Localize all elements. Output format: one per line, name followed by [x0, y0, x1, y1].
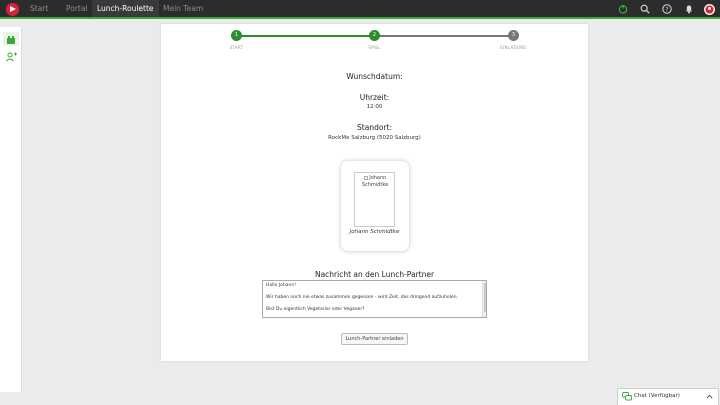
step-3-indicator: 3 — [508, 30, 519, 41]
date-label: Wunschdatum: — [346, 72, 403, 81]
message-heading: Nachricht an den Lunch-Partner — [314, 270, 435, 279]
lunch-icon — [7, 36, 15, 44]
sidebar — [0, 27, 22, 392]
partner-photo: Johann Schmidtke — [354, 172, 395, 227]
user-avatar[interactable] — [704, 4, 715, 15]
chevron-up-icon[interactable] — [706, 394, 713, 399]
chat-label: Chat (Verfügbar) — [634, 393, 680, 399]
nav-portal[interactable]: Portal — [66, 4, 88, 13]
sidebar-item-add-user[interactable] — [3, 49, 19, 63]
power-icon[interactable] — [618, 4, 628, 14]
location-value: RockMe Salzburg (5020 Salzburg) — [328, 135, 421, 141]
top-navigation-bar: Start Portal Lunch-Roulette Mein Team ? — [0, 0, 720, 19]
partner-card[interactable]: Johann Schmidtke — [341, 161, 409, 251]
step-1-label: START — [229, 45, 244, 50]
step-1-indicator: 1 — [231, 30, 242, 41]
step-connector-done — [241, 35, 374, 37]
message-textarea[interactable]: Hallo Johann! Wir haben noch nie etwas z… — [262, 280, 487, 318]
invite-partner-button[interactable]: Lunch-Partner einladen — [341, 333, 408, 345]
step-2-label: SPIEL — [368, 45, 381, 50]
search-icon[interactable] — [640, 4, 650, 14]
message-line-3: Bist Du eigentlich Vegetarier oder Vegan… — [266, 307, 365, 312]
bell-icon[interactable] — [684, 4, 694, 14]
time-label: Uhrzeit: — [359, 93, 390, 102]
app-logo[interactable] — [6, 3, 19, 16]
message-line-2: Wir haben noch nie etwas zusammen gegess… — [266, 295, 458, 300]
add-user-icon — [6, 52, 17, 62]
nav-start[interactable]: Start — [30, 4, 48, 13]
message-scroll-thumb[interactable] — [483, 283, 486, 312]
lunch-invite-card: 1 2 3 START SPIEL EINLADUNG Wunschdatum:… — [161, 24, 588, 361]
step-3-label: EINLADUNG — [500, 45, 527, 50]
svg-text:?: ? — [665, 6, 668, 13]
time-value: 12:00 — [366, 104, 383, 110]
nav-lunch-roulette[interactable]: Lunch-Roulette — [92, 0, 159, 17]
chat-widget[interactable]: Chat (Verfügbar) — [617, 388, 719, 405]
partner-name: Johann Schmidtke — [349, 229, 400, 235]
partner-photo-alt: Johann Schmidtke — [357, 175, 393, 189]
sidebar-item-lunch[interactable] — [3, 32, 19, 46]
chat-icon — [622, 392, 632, 401]
step-connector-pending — [380, 35, 513, 37]
nav-mein-team[interactable]: Mein Team — [163, 4, 203, 13]
broken-image-icon — [363, 175, 368, 180]
help-icon[interactable]: ? — [662, 4, 672, 14]
message-scrollbar[interactable] — [482, 281, 486, 317]
location-label: Standort: — [357, 123, 392, 132]
step-2-indicator: 2 — [369, 30, 380, 41]
